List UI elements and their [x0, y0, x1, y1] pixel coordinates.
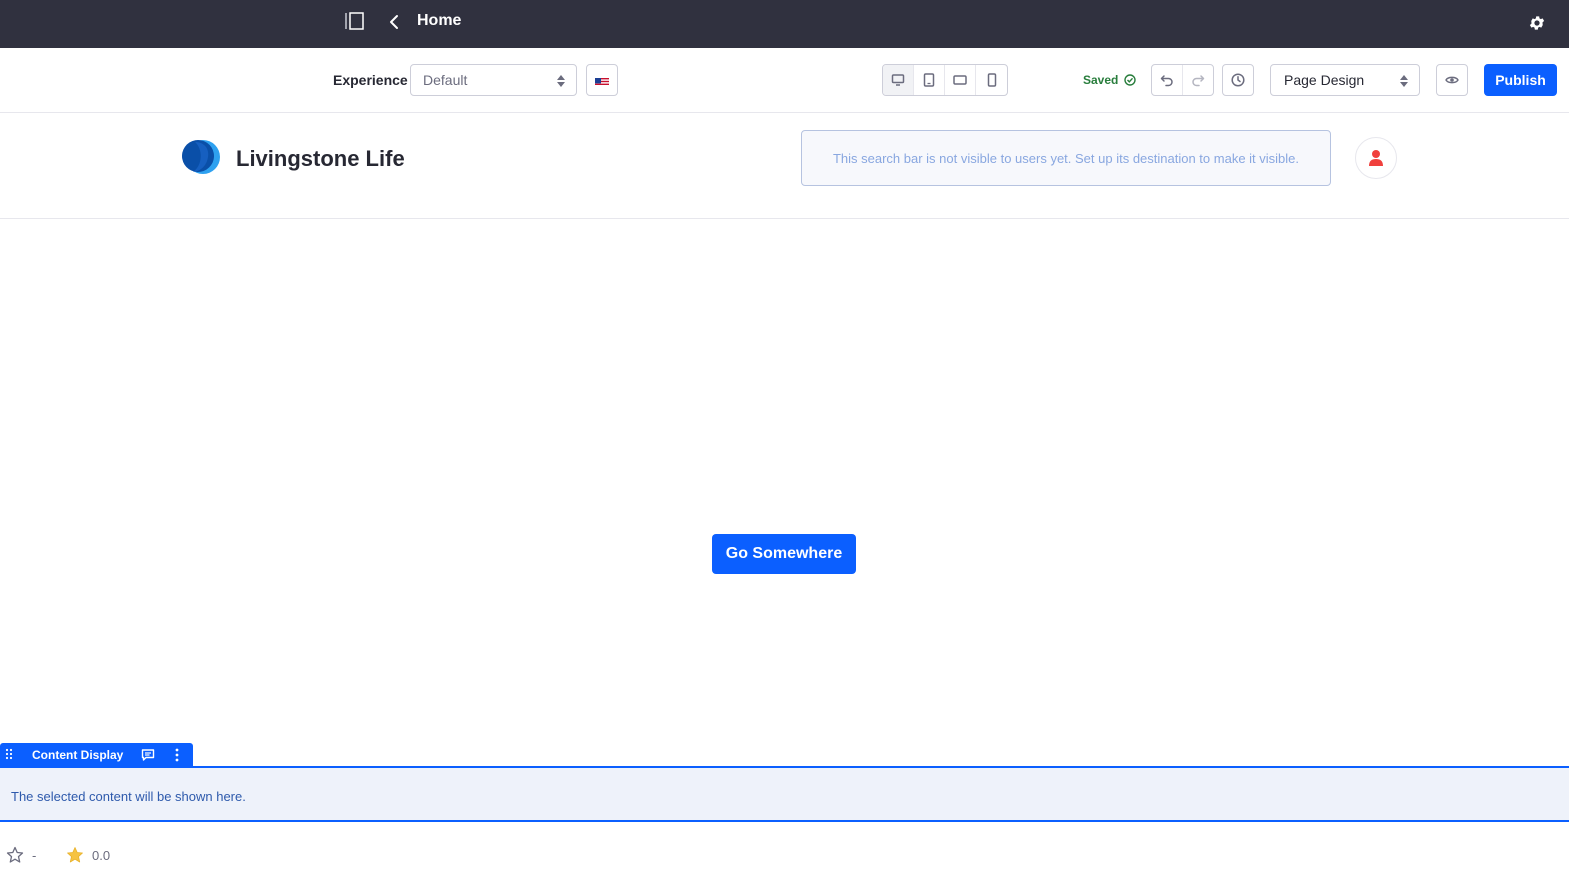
- language-selector-button[interactable]: [586, 64, 618, 96]
- redo-button[interactable]: [1183, 65, 1213, 95]
- fragment-topper: Content Display: [0, 743, 193, 767]
- fragment-options-button[interactable]: [170, 747, 184, 763]
- page-title: Home: [417, 12, 462, 29]
- back-button[interactable]: [382, 10, 406, 34]
- undo-icon: [1160, 75, 1173, 87]
- device-landscape-phone-button[interactable]: [945, 65, 976, 95]
- undo-redo-group: [1151, 64, 1214, 96]
- eye-icon: [1445, 76, 1459, 84]
- drag-handle-icon[interactable]: [3, 747, 15, 763]
- thumbs-rating: -: [6, 845, 36, 865]
- device-portrait-phone-button[interactable]: [976, 65, 1007, 95]
- user-personal-menu[interactable]: [1355, 137, 1397, 179]
- ellipsis-vertical-icon: [175, 748, 179, 762]
- rating-value: -: [32, 847, 37, 863]
- redo-icon: [1192, 75, 1204, 87]
- stars-rating: 0.0: [66, 845, 110, 865]
- comment-icon: [141, 749, 155, 761]
- content-display-fragment[interactable]: The selected content will be shown here.: [0, 766, 1569, 822]
- experience-select-value: Default: [423, 72, 468, 88]
- star-filled-icon: [67, 847, 83, 863]
- device-selector: [882, 64, 1008, 96]
- page-mode-select[interactable]: Page Design: [1270, 64, 1420, 96]
- device-tablet-button[interactable]: [914, 65, 945, 95]
- experience-select[interactable]: Default: [410, 64, 577, 96]
- control-menu: Home: [0, 0, 1569, 48]
- publish-button[interactable]: Publish: [1484, 64, 1557, 96]
- comments-button[interactable]: [140, 747, 156, 763]
- experience-label: Experience: [333, 72, 408, 88]
- logo-icon: [182, 140, 220, 174]
- page-editor-toolbar: Experience Default Saved Page Design Pub…: [0, 48, 1569, 113]
- us-flag-icon: [595, 75, 609, 85]
- undo-button[interactable]: [1152, 65, 1183, 95]
- clock-icon: [1231, 73, 1245, 87]
- saved-status: Saved: [1083, 73, 1137, 87]
- fragment-label: Content Display: [32, 748, 124, 762]
- history-button[interactable]: [1222, 64, 1254, 96]
- content-display-placeholder: The selected content will be shown here.: [11, 789, 246, 804]
- site-name[interactable]: Livingstone Life: [236, 146, 405, 172]
- check-circle-icon: [1124, 74, 1137, 86]
- star-outline-button[interactable]: [6, 846, 24, 864]
- search-bar-notice: This search bar is not visible to users …: [801, 130, 1331, 186]
- gear-icon: [1529, 16, 1545, 30]
- user-icon: [1369, 150, 1383, 166]
- star-outline-icon: [6, 846, 24, 863]
- device-desktop-button[interactable]: [883, 65, 914, 95]
- site-logo[interactable]: [181, 139, 221, 175]
- site-header: Livingstone Life This search bar is not …: [0, 113, 1569, 219]
- saved-label: Saved: [1083, 73, 1119, 87]
- select-caret-icon: [1400, 75, 1408, 87]
- tablet-icon: [923, 73, 935, 87]
- landscape-phone-icon: [953, 75, 967, 85]
- page-mode-value: Page Design: [1284, 72, 1365, 88]
- go-somewhere-button[interactable]: Go Somewhere: [712, 534, 856, 574]
- select-caret-icon: [557, 75, 565, 87]
- average-rating-value: 0.0: [92, 847, 111, 863]
- portrait-phone-icon: [987, 73, 996, 87]
- desktop-icon: [891, 74, 905, 86]
- sidebar-panel-icon: [345, 12, 364, 30]
- chevron-left-icon: [390, 15, 398, 29]
- settings-button[interactable]: [1524, 10, 1550, 36]
- sidebar-toggle-button[interactable]: [340, 9, 368, 33]
- preview-button[interactable]: [1436, 64, 1468, 96]
- star-filled-button[interactable]: [66, 846, 84, 864]
